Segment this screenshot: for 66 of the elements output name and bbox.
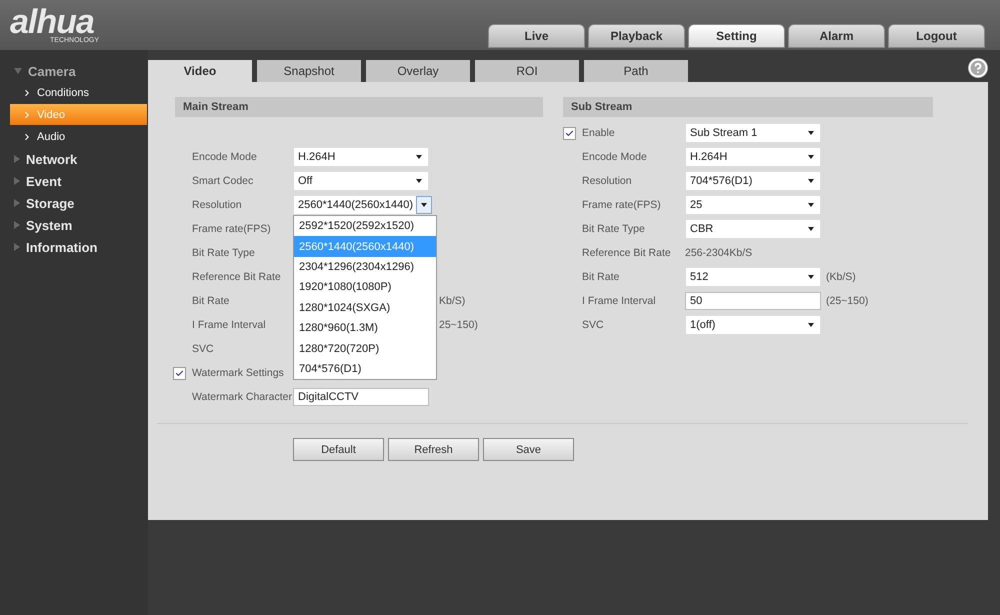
field-label: Frame rate(FPS) [582,198,662,212]
action-button[interactable]: Save [483,438,574,461]
field-label: Encode Mode [582,150,648,164]
field-label: SVC [192,342,215,356]
nav-tab[interactable]: Playback [588,24,685,48]
field-label: Reference Bit Rate [582,246,672,260]
field-label: Watermark Character [192,390,293,404]
tab[interactable]: Snapshot [257,60,361,82]
sidebar-item[interactable]: Conditions [10,82,147,103]
tab[interactable]: Overlay [366,60,470,82]
field-label: Bit Rate [192,294,230,308]
field-label: Bit Rate Type [582,222,646,236]
select-field[interactable]: 704*576(D1) [685,171,821,191]
field-label: Watermark Settings [192,366,285,380]
field-label: Resolution [582,174,633,188]
nav-tab[interactable]: Live [488,24,585,48]
action-button[interactable]: Default [293,438,384,461]
sidebar-group[interactable]: System [26,218,72,232]
tab[interactable]: ROI [475,60,579,82]
section-header: Main Stream [175,97,543,117]
sidebar-group[interactable]: Event [26,174,62,188]
sidebar-group[interactable]: Network [26,152,78,166]
select-field[interactable]: CBR [685,219,821,239]
sidebar-group[interactable]: Storage [26,196,74,210]
field-label: I Frame Interval [582,294,657,308]
sidebar-group[interactable]: Camera [28,64,76,78]
select-field[interactable]: 1(off) [685,315,821,335]
unit-label: 25~150) [439,319,478,331]
field-label: SVC [582,318,605,332]
field-label: Reference Bit Rate [192,270,282,284]
text-field[interactable]: DigitalCCTV [293,388,429,406]
nav-tab[interactable]: Logout [888,24,985,48]
nav-tab[interactable]: Alarm [788,24,885,48]
select-field[interactable]: H.264H [685,147,821,167]
field-value: 256-2304Kb/S [685,247,752,259]
sidebar-item[interactable]: Audio [10,126,147,147]
field-label: Resolution [192,198,243,212]
checkbox[interactable] [173,366,186,380]
help-icon[interactable] [968,58,988,78]
field-label: Smart Codec [192,174,254,188]
unit-label: (25~150) [826,295,868,307]
tab[interactable]: Video [148,60,252,82]
field-label: Bit Rate [582,270,620,284]
check-icon [175,368,184,378]
checkbox[interactable] [563,126,576,140]
nav-tab[interactable]: Setting [688,24,785,48]
sidebar-group[interactable]: Information [26,240,98,254]
select-field[interactable]: 512 [685,267,821,287]
unit-label: (Kb/S) [826,271,856,283]
select-field[interactable]: 2560*1440(2560x1440) [293,195,433,215]
tab[interactable]: Path [584,60,688,82]
action-button[interactable]: Refresh [388,438,479,461]
select-field[interactable]: 25 [685,195,821,215]
field-label: Encode Mode [192,150,258,164]
field-label: I Frame Interval [192,318,267,332]
text-field[interactable]: 50 [685,292,821,310]
check-icon [565,128,574,138]
field-label: Enable [582,126,616,140]
section-header: Sub Stream [563,97,933,117]
select-field[interactable]: H.264H [293,147,429,167]
dropdown-button[interactable] [416,196,432,214]
field-label: Bit Rate Type [192,246,256,260]
select-field[interactable]: Sub Stream 1 [685,123,821,143]
select-field[interactable]: Off [293,171,429,191]
field-label: Frame rate(FPS) [192,222,272,236]
unit-label: Kb/S) [439,295,466,307]
